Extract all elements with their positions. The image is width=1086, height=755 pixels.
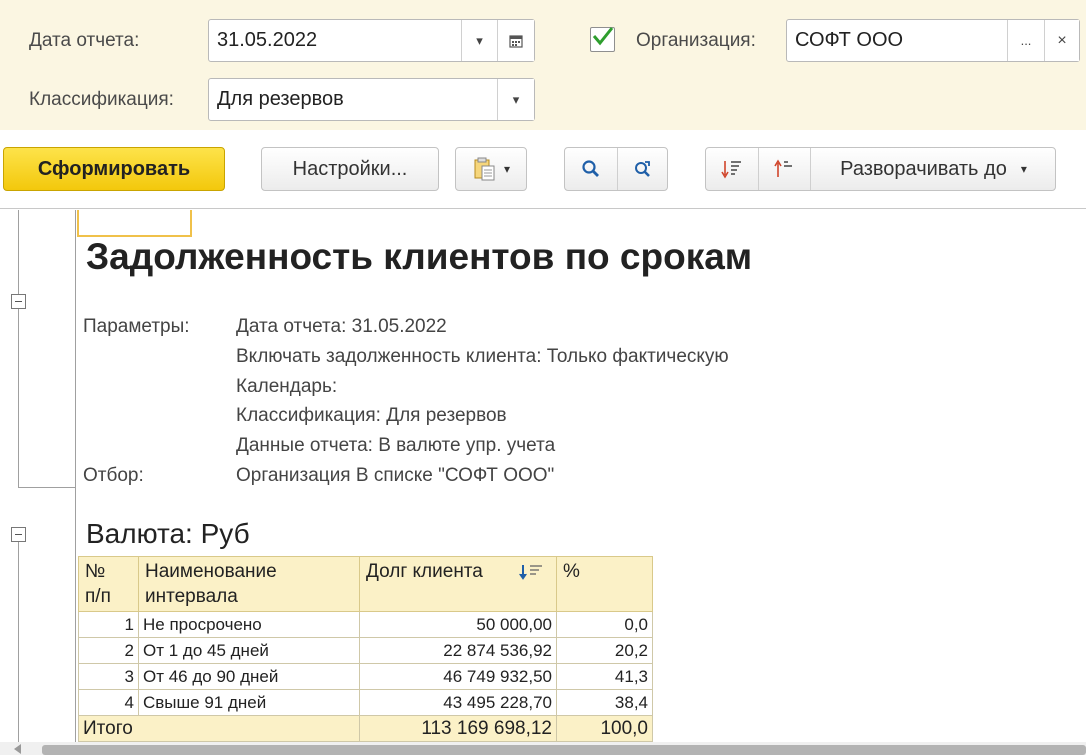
total-percent: 100,0 — [556, 715, 653, 742]
organization-value: СОФТ ООО — [795, 29, 904, 51]
variants-menu-button[interactable]: ▾ — [455, 147, 527, 191]
column-header-percent[interactable]: % — [556, 556, 653, 612]
sort-descending-icon — [721, 161, 741, 179]
selected-cell[interactable] — [77, 210, 192, 237]
table-total-row[interactable]: Итого 113 169 698,12 100,0 — [78, 715, 653, 742]
total-debt: 113 169 698,12 — [359, 715, 557, 742]
table-row[interactable]: 2 От 1 до 45 дней 22 874 536,92 20,2 — [78, 637, 653, 664]
table-header-row: № п/п Наименование интервала Долг клиент… — [78, 556, 653, 612]
clipboard-icon — [474, 157, 495, 181]
parameter-line: Данные отчета: В валюте упр. учета — [236, 435, 556, 456]
column-header-debt[interactable]: Долг клиента — [359, 556, 557, 612]
row-percent: 20,2 — [556, 637, 653, 664]
dropdown-arrow-icon: ▾ — [503, 162, 511, 176]
row-percent: 0,0 — [556, 611, 653, 638]
table-row[interactable]: 1 Не просрочено 50 000,00 0,0 — [78, 611, 653, 638]
header-text: интервала — [145, 586, 238, 607]
classification-value: Для резервов — [217, 88, 344, 110]
close-icon: × — [1057, 31, 1067, 49]
parameter-line: Классификация: Для резервов — [236, 405, 507, 426]
classification-label: Классификация: — [29, 89, 174, 110]
classification-dropdown-button[interactable]: ▾ — [497, 79, 534, 120]
expand-group: Разворачивать до ▾ — [705, 147, 1056, 191]
filter-panel: Дата отчета: 31.05.2022 ▾ Организация: С… — [0, 0, 1086, 130]
header-text: Долг клиента — [366, 561, 483, 582]
refresh-search-icon — [635, 161, 650, 177]
table-row[interactable]: 4 Свыше 91 дней 43 495 228,70 38,4 — [78, 689, 653, 716]
filter-label: Отбор: — [83, 465, 144, 486]
search-icon — [582, 160, 599, 177]
dropdown-arrow-icon: ▾ — [1020, 162, 1027, 176]
sort-ascending-icon — [773, 159, 792, 177]
organization-field[interactable]: СОФТ ООО ... × — [786, 19, 1080, 62]
organization-label: Организация: — [636, 30, 756, 51]
generate-button[interactable]: Сформировать — [3, 147, 225, 191]
scroll-left-icon[interactable] — [14, 744, 21, 754]
parameter-line: Дата отчета: 31.05.2022 — [236, 316, 447, 337]
ellipsis-icon: ... — [1020, 33, 1032, 48]
row-interval: От 46 до 90 дней — [138, 663, 360, 690]
report-title: Задолженность клиентов по срокам — [86, 236, 753, 277]
report-date-label: Дата отчета: — [29, 30, 140, 51]
organization-checkbox[interactable] — [590, 27, 615, 52]
classification-field[interactable]: Для резервов ▾ — [208, 78, 535, 121]
row-debt: 46 749 932,50 — [359, 663, 557, 690]
row-debt: 22 874 536,92 — [359, 637, 557, 664]
organization-clear-button[interactable]: × — [1044, 20, 1079, 61]
organization-select-button[interactable]: ... — [1007, 20, 1044, 61]
report-toolbar: Сформировать Настройки... ▾ Разворачиват… — [0, 130, 1086, 208]
refresh-search-button[interactable] — [617, 148, 668, 190]
outline-line — [18, 309, 19, 487]
date-dropdown-button[interactable]: ▾ — [461, 20, 497, 61]
calendar-icon — [509, 34, 523, 48]
header-text: № — [85, 561, 106, 582]
total-label: Итого — [78, 715, 360, 742]
row-percent: 41,3 — [556, 663, 653, 690]
sort-descending-icon — [519, 565, 542, 580]
horizontal-scrollbar[interactable] — [0, 742, 1086, 755]
row-debt: 50 000,00 — [359, 611, 557, 638]
row-debt: 43 495 228,70 — [359, 689, 557, 716]
column-header-interval[interactable]: Наименование интервала — [138, 556, 360, 612]
outline-column-border — [75, 210, 76, 755]
currency-section-title: Валюта: Руб — [86, 518, 250, 549]
report-date-field[interactable]: 31.05.2022 ▾ — [208, 19, 535, 62]
scrollbar-thumb[interactable] — [42, 745, 1086, 755]
collapse-icon[interactable] — [11, 294, 26, 309]
row-interval: Свыше 91 дней — [138, 689, 360, 716]
filter-value: Организация В списке "СОФТ ООО" — [236, 465, 555, 486]
header-text: п/п — [85, 586, 111, 607]
row-percent: 38,4 — [556, 689, 653, 716]
parameter-line: Календарь: — [236, 376, 338, 397]
dropdown-arrow-icon: ▾ — [476, 32, 483, 48]
outline-line — [18, 487, 75, 488]
row-number: 2 — [78, 637, 139, 664]
settings-button[interactable]: Настройки... — [261, 147, 439, 191]
row-interval: От 1 до 45 дней — [138, 637, 360, 664]
row-number: 4 — [78, 689, 139, 716]
report-table: № п/п Наименование интервала Долг клиент… — [78, 556, 653, 742]
collapse-icon[interactable] — [11, 527, 26, 542]
dropdown-arrow-icon: ▾ — [512, 91, 520, 107]
search-group — [564, 147, 668, 191]
search-button[interactable] — [565, 148, 617, 190]
column-header-number[interactable]: № п/п — [78, 556, 139, 612]
row-interval: Не просрочено — [138, 611, 360, 638]
expand-to-label: Разворачивать до — [840, 157, 1007, 180]
parameter-line: Включать задолженность клиента: Только ф… — [236, 346, 729, 367]
checkmark-icon — [592, 27, 614, 46]
row-number: 3 — [78, 663, 139, 690]
expand-all-button[interactable] — [758, 148, 810, 190]
calendar-button[interactable] — [497, 20, 534, 61]
header-text: Наименование — [145, 561, 277, 582]
outline-line — [18, 542, 19, 742]
outline-line — [18, 210, 19, 294]
table-row[interactable]: 3 От 46 до 90 дней 46 749 932,50 41,3 — [78, 663, 653, 690]
row-number: 1 — [78, 611, 139, 638]
expand-to-dropdown[interactable]: Разворачивать до ▾ — [810, 148, 1056, 190]
report-date-value: 31.05.2022 — [217, 29, 318, 51]
collapse-all-button[interactable] — [706, 148, 758, 190]
parameters-label: Параметры: — [83, 316, 190, 337]
